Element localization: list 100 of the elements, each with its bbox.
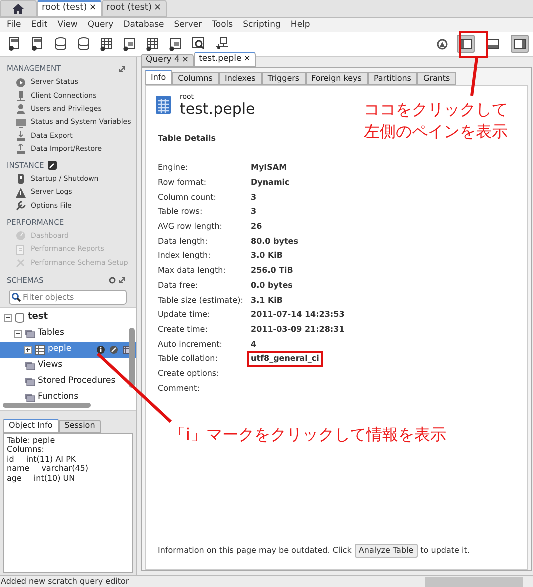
user-icon xyxy=(16,104,26,114)
table-icon[interactable] xyxy=(146,37,160,51)
detail-value: 3.0 KiB xyxy=(250,250,284,262)
detail-label: Index length: xyxy=(157,250,212,262)
home-icon xyxy=(13,4,24,14)
folder-icon xyxy=(25,328,35,339)
analyze-table-button[interactable]: Analyze Table xyxy=(354,544,418,558)
menu-item[interactable]: Database xyxy=(118,18,170,32)
tree-item[interactable]: peple xyxy=(0,342,136,358)
tree-item[interactable]: Stored Procedures xyxy=(0,374,136,390)
detail-label: Data free: xyxy=(157,280,200,292)
menu-item[interactable]: View xyxy=(52,18,83,32)
column-name: age xyxy=(7,474,22,484)
menu-item[interactable]: Edit xyxy=(26,18,53,32)
annotation-text: 「i」マークをクリックして情報を表示 xyxy=(170,424,446,446)
menu-item[interactable]: Scripting xyxy=(238,18,286,32)
detail-value: utf8_general_ci xyxy=(247,351,324,368)
network-icon[interactable] xyxy=(215,37,229,51)
menu-item[interactable]: File xyxy=(2,18,26,32)
menu-item[interactable]: Server xyxy=(169,18,208,32)
menu-item[interactable]: Help xyxy=(286,18,316,32)
detail-value: 2011-03-09 21:28:31 xyxy=(250,324,346,336)
info-icon[interactable] xyxy=(97,346,105,354)
detail-label: AVG row length: xyxy=(157,221,224,234)
expand-icon[interactable] xyxy=(119,277,126,284)
sub-tab[interactable]: Info xyxy=(145,70,172,85)
sub-tab[interactable]: Indexes xyxy=(218,72,262,85)
panel-tab[interactable]: Session xyxy=(58,420,102,433)
document-icon[interactable] xyxy=(31,37,45,51)
detail-value: 26 xyxy=(250,221,264,234)
tree-item[interactable]: Tables xyxy=(0,326,136,342)
window-icon[interactable] xyxy=(123,37,137,51)
detail-label: Engine: xyxy=(157,162,190,174)
status-text: Added new scratch query editor xyxy=(1,576,130,587)
folder-icon xyxy=(25,360,35,371)
detail-label: Table collation: xyxy=(157,353,219,366)
collapse-icon[interactable] xyxy=(14,330,22,338)
monitor-icon xyxy=(16,118,26,128)
close-icon[interactable]: × xyxy=(89,2,97,16)
table-icon xyxy=(35,344,45,355)
detail-label: Table rows: xyxy=(157,206,204,218)
window-tab[interactable]: root (test) × xyxy=(102,0,167,17)
expand-icon[interactable] xyxy=(24,346,32,354)
info-text: Columns: xyxy=(7,445,44,455)
expand-icon[interactable] xyxy=(119,66,126,72)
sub-tab[interactable]: Partitions xyxy=(368,72,418,85)
document-tab[interactable]: test.peple × xyxy=(194,52,256,67)
power-icon xyxy=(16,174,26,184)
window-icon[interactable] xyxy=(169,37,183,51)
document-icon[interactable] xyxy=(8,37,22,51)
folder-icon xyxy=(25,376,35,387)
tree-item[interactable]: Views xyxy=(0,358,136,374)
detail-value: 80.0 bytes xyxy=(250,236,300,248)
filter-field[interactable]: Filter objects xyxy=(9,290,127,305)
search-table-icon[interactable] xyxy=(192,37,206,51)
detail-label: Comment: xyxy=(157,382,201,395)
info-text: Table: peple xyxy=(7,436,56,445)
menu-item[interactable]: Query xyxy=(82,18,119,32)
search-icon xyxy=(12,292,21,302)
scrollbar[interactable] xyxy=(3,402,91,408)
document-tab[interactable]: Query 4 × xyxy=(141,54,194,67)
tree-item[interactable]: test xyxy=(0,310,136,326)
detail-value: 4 xyxy=(250,338,258,351)
detail-value: 0.0 bytes xyxy=(250,280,294,292)
pane-icon xyxy=(487,39,499,49)
window-tab[interactable]: root (test) × xyxy=(37,0,102,17)
sub-tab[interactable]: Foreign keys xyxy=(306,72,368,85)
scrollbar[interactable] xyxy=(129,328,135,388)
sub-tab[interactable]: Grants xyxy=(417,72,456,85)
import-icon xyxy=(16,144,26,154)
pane-toggle-button[interactable] xyxy=(511,35,529,53)
footer-text: Information on this page may be outdated. Click xyxy=(158,545,352,557)
home-tab[interactable] xyxy=(0,0,37,17)
sub-tab[interactable]: Columns xyxy=(172,72,219,85)
panel-tab[interactable]: Object Info xyxy=(3,418,59,433)
detail-label: Data length: xyxy=(157,236,209,248)
gauge-icon xyxy=(16,231,26,242)
menu-item[interactable]: Tools xyxy=(207,18,238,32)
close-icon[interactable]: × xyxy=(182,54,190,67)
close-icon[interactable]: × xyxy=(154,2,162,16)
connection-status-icon[interactable] xyxy=(437,38,448,50)
detail-label: Create time: xyxy=(157,324,209,336)
collapse-icon[interactable] xyxy=(4,314,12,322)
column-type: int(10) UN xyxy=(34,474,76,484)
detail-label: Create options: xyxy=(157,368,220,380)
table-icon xyxy=(156,96,171,114)
detail-value: 3 xyxy=(250,206,258,218)
tree-item[interactable]: Functions xyxy=(0,390,136,406)
leader-line xyxy=(470,58,479,96)
section-title: Table Details xyxy=(158,133,218,145)
column-type: int(11) AI PK xyxy=(26,454,76,464)
close-icon[interactable]: × xyxy=(244,53,251,66)
detail-label: Table size (estimate): xyxy=(157,294,244,307)
highlight-frame xyxy=(459,31,488,58)
table-title: test.peple xyxy=(180,101,256,117)
detail-value: 256.0 TiB xyxy=(250,265,294,278)
table-icon[interactable] xyxy=(100,37,114,51)
pane-icon xyxy=(460,39,472,49)
sub-tab[interactable]: Triggers xyxy=(262,72,306,85)
server-icon xyxy=(16,90,26,101)
